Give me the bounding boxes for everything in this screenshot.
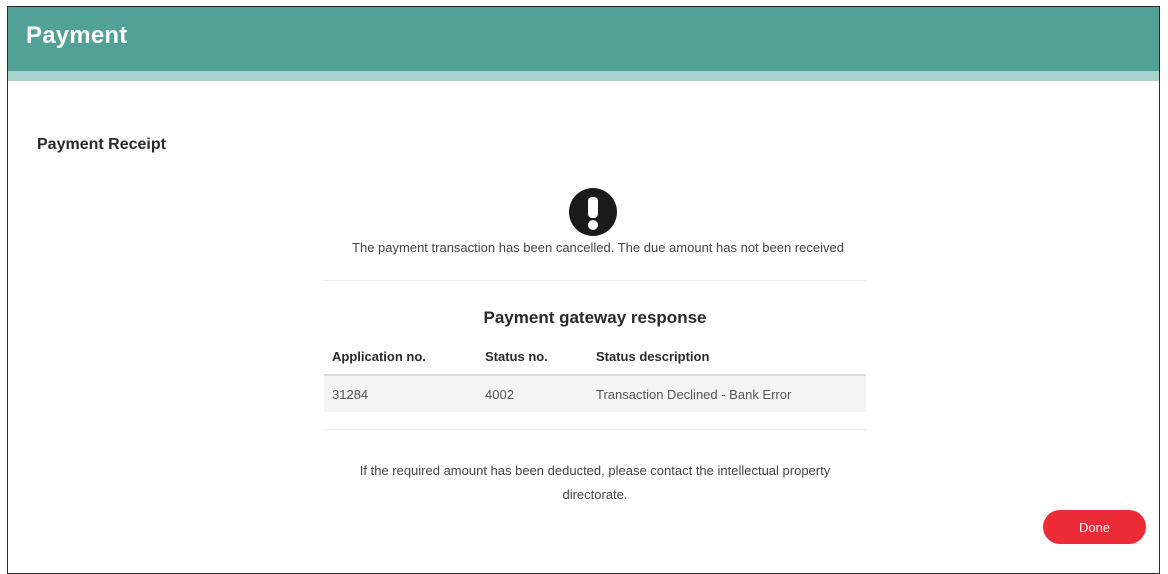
gateway-response-table: Application no. Status no. Status descri… xyxy=(324,338,866,412)
column-header-status-no: Status no. xyxy=(477,338,588,376)
cell-application-no: 31284 xyxy=(324,375,477,412)
contact-note-line2: directorate. xyxy=(562,487,628,502)
cell-status-no: 4002 xyxy=(477,375,588,412)
exclamation-circle-icon xyxy=(569,188,617,236)
page-header: Payment xyxy=(8,7,1159,81)
status-message: The payment transaction has been cancell… xyxy=(352,240,844,255)
cell-status-description: Transaction Declined - Bank Error xyxy=(588,375,866,412)
divider xyxy=(324,429,866,430)
payment-page: Payment Payment Receipt The payment tran… xyxy=(7,6,1160,574)
done-button[interactable]: Done xyxy=(1043,510,1146,544)
page-title: Payment xyxy=(26,22,128,49)
column-header-status-description: Status description xyxy=(588,338,866,376)
column-header-application-no: Application no. xyxy=(324,338,477,376)
table-row: 31284 4002 Transaction Declined - Bank E… xyxy=(324,375,866,412)
contact-note: If the required amount has been deducted… xyxy=(324,459,866,507)
contact-note-line1: If the required amount has been deducted… xyxy=(359,463,831,478)
divider xyxy=(324,280,866,281)
table-header-row: Application no. Status no. Status descri… xyxy=(324,338,866,376)
gateway-response-title: Payment gateway response xyxy=(483,308,707,327)
section-title: Payment Receipt xyxy=(37,136,166,153)
